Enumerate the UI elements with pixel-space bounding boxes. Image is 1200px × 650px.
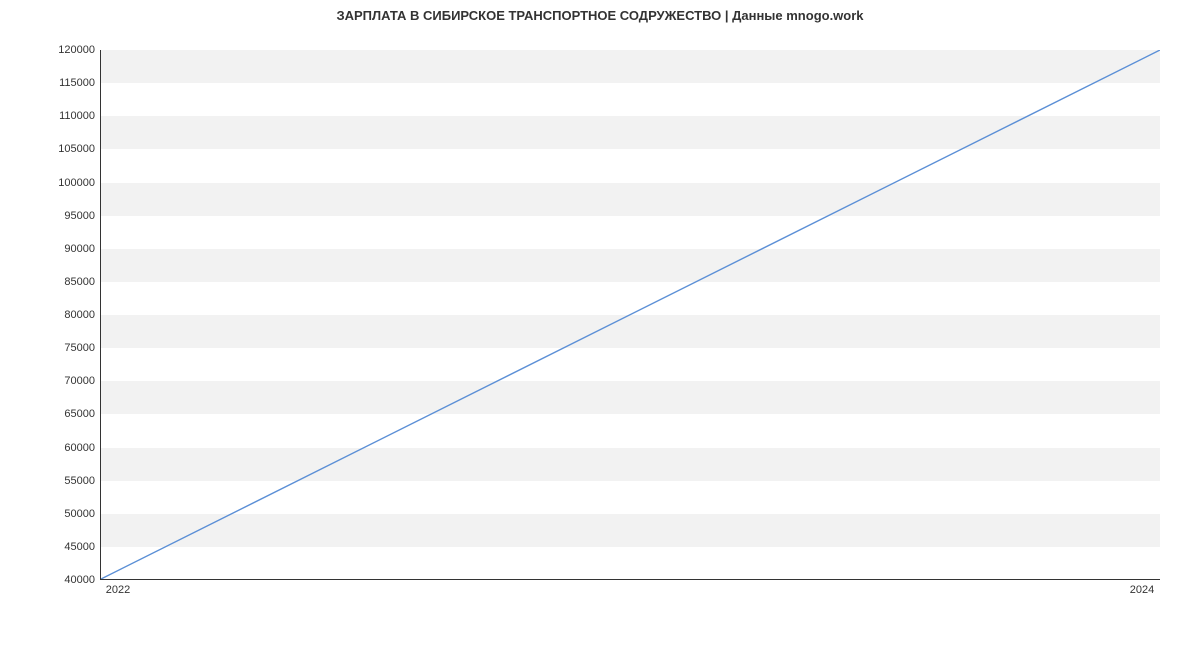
y-tick-label: 80000 xyxy=(64,309,95,321)
x-tick-label: 2024 xyxy=(1130,584,1154,596)
x-tick-label: 2022 xyxy=(106,584,130,596)
plot-area xyxy=(100,50,1160,580)
y-tick-label: 65000 xyxy=(64,408,95,420)
y-tick-label: 120000 xyxy=(58,44,95,56)
y-tick-label: 110000 xyxy=(59,110,95,122)
y-tick-label: 60000 xyxy=(64,442,95,454)
y-tick-label: 70000 xyxy=(64,375,95,387)
y-tick-label: 40000 xyxy=(64,574,95,586)
y-axis-labels: 4000045000500005500060000650007000075000… xyxy=(0,50,95,580)
y-tick-label: 85000 xyxy=(64,276,95,288)
y-tick-label: 95000 xyxy=(64,210,95,222)
y-tick-label: 50000 xyxy=(64,508,95,520)
chart-title: ЗАРПЛАТА В СИБИРСКОЕ ТРАНСПОРТНОЕ СОДРУЖ… xyxy=(0,8,1200,23)
y-tick-label: 45000 xyxy=(64,541,95,553)
y-tick-label: 105000 xyxy=(58,143,95,155)
data-line xyxy=(101,50,1160,579)
salary-line-chart: ЗАРПЛАТА В СИБИРСКОЕ ТРАНСПОРТНОЕ СОДРУЖ… xyxy=(0,0,1200,650)
y-tick-label: 100000 xyxy=(58,177,95,189)
y-tick-label: 90000 xyxy=(64,243,95,255)
y-tick-label: 115000 xyxy=(59,77,95,89)
x-axis-labels: 2022 2024 xyxy=(100,584,1160,604)
y-tick-label: 75000 xyxy=(64,342,95,354)
y-tick-label: 55000 xyxy=(64,475,95,487)
